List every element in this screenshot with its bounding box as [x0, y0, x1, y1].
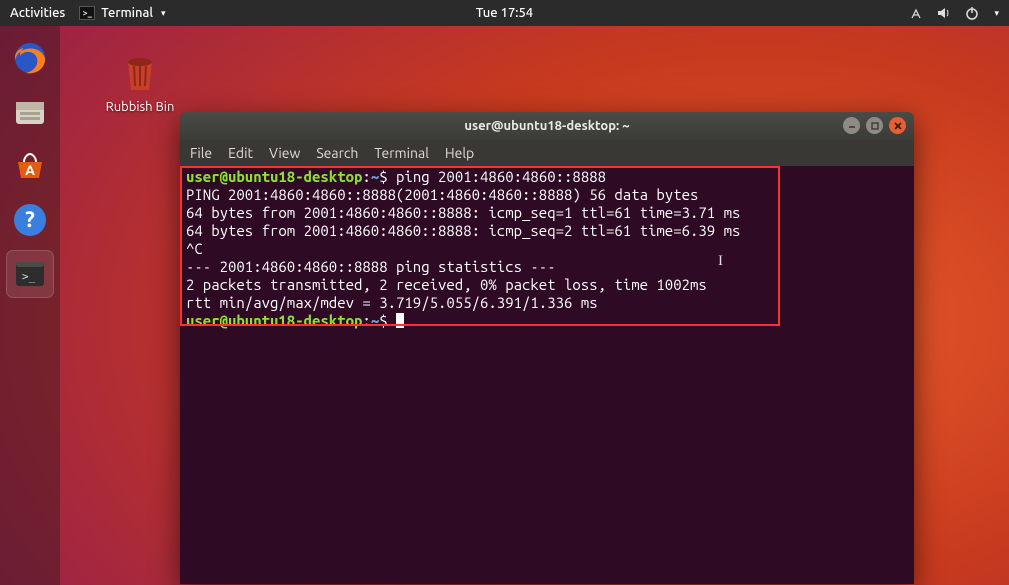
terminal-line: PING 2001:4860:4860::8888(2001:4860:4860…: [186, 186, 908, 204]
window-close-button[interactable]: [889, 117, 906, 134]
dock-software[interactable]: A: [6, 142, 54, 190]
terminal-menubar: File Edit View Search Terminal Help: [180, 140, 914, 166]
power-icon[interactable]: [964, 5, 980, 21]
terminal-line-prompt1: user@ubuntu18-desktop:~$ ping 2001:4860:…: [186, 168, 908, 186]
terminal-line: --- 2001:4860:4860::8888 ping statistics…: [186, 258, 908, 276]
system-menu-chevron-icon[interactable]: ▾: [994, 8, 999, 19]
terminal-window: user@ubuntu18-desktop: ~ File Edit View …: [180, 112, 914, 584]
terminal-line: 2 packets transmitted, 2 received, 0% pa…: [186, 276, 908, 294]
clock[interactable]: Tue 17:54: [476, 6, 533, 20]
menu-file[interactable]: File: [190, 145, 212, 161]
network-icon[interactable]: [908, 5, 924, 21]
desktop-rubbish-bin[interactable]: Rubbish Bin: [90, 48, 190, 114]
prompt-path: ~: [371, 168, 379, 185]
top-bar: Activities >_ Terminal ▾ Tue 17:54 ▾: [0, 0, 1009, 26]
chevron-down-icon: ▾: [161, 8, 166, 19]
dock: A ? >_: [0, 26, 60, 585]
window-minimize-button[interactable]: [843, 117, 860, 134]
window-maximize-button[interactable]: [866, 117, 883, 134]
terminal-viewport[interactable]: I user@ubuntu18-desktop:~$ ping 2001:486…: [180, 166, 914, 584]
svg-text:A: A: [25, 162, 35, 178]
app-indicator[interactable]: >_ Terminal ▾: [79, 6, 165, 20]
terminal-line: 64 bytes from 2001:4860:4860::8888: icmp…: [186, 204, 908, 222]
desktop-rubbish-bin-label: Rubbish Bin: [90, 100, 190, 114]
dock-terminal[interactable]: >_: [6, 250, 54, 298]
block-cursor: [396, 313, 404, 328]
activities-button[interactable]: Activities: [10, 6, 65, 20]
terminal-line: ^C: [186, 240, 908, 258]
menu-view[interactable]: View: [269, 145, 300, 161]
terminal-line: 64 bytes from 2001:4860:4860::8888: icmp…: [186, 222, 908, 240]
prompt-command: ping 2001:4860:4860::8888: [396, 168, 606, 185]
terminal-line-prompt2: user@ubuntu18-desktop:~$: [186, 312, 908, 330]
trash-icon: [116, 48, 164, 96]
dock-files[interactable]: [6, 88, 54, 136]
app-indicator-label: Terminal: [101, 6, 153, 20]
menu-edit[interactable]: Edit: [228, 145, 253, 161]
terminal-icon: >_: [79, 6, 95, 20]
terminal-line: rtt min/avg/max/mdev = 3.719/5.055/6.391…: [186, 294, 908, 312]
volume-icon[interactable]: [936, 5, 952, 21]
window-title: user@ubuntu18-desktop: ~: [464, 119, 629, 133]
menu-terminal[interactable]: Terminal: [374, 145, 429, 161]
svg-text:?: ?: [25, 207, 35, 232]
menu-search[interactable]: Search: [316, 145, 358, 161]
dock-firefox[interactable]: [6, 34, 54, 82]
svg-text:>_: >_: [22, 270, 36, 283]
dock-help[interactable]: ?: [6, 196, 54, 244]
menu-help[interactable]: Help: [445, 145, 474, 161]
prompt-user: user@ubuntu18-desktop: [186, 168, 362, 185]
window-titlebar[interactable]: user@ubuntu18-desktop: ~: [180, 112, 914, 140]
text-cursor-icon: I: [718, 252, 723, 270]
